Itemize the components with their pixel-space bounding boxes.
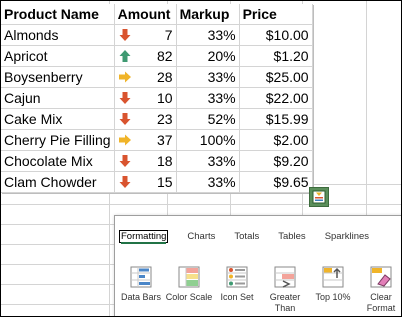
price-cell[interactable]: $1.20: [239, 45, 313, 67]
icon-set-icon: [226, 266, 248, 288]
arrow-up-icon: [119, 50, 131, 62]
header-product-name[interactable]: Product Name: [1, 4, 115, 25]
greater-than-label: Greater Than: [269, 292, 301, 313]
tab-sparklines[interactable]: Sparklines: [325, 230, 369, 243]
arrow-right-icon: [118, 134, 131, 146]
quick-analysis-icon[interactable]: [309, 187, 329, 207]
arrow-down-icon: [119, 113, 131, 125]
product-name-cell[interactable]: Cake Mix: [1, 108, 115, 130]
amount-value: 10: [157, 90, 173, 106]
table-row: Apricot 82 20% $1.20: [1, 45, 313, 67]
tab-totals[interactable]: Totals: [234, 230, 259, 243]
table-row: Boysenberry 28 33% $25.00: [1, 66, 313, 88]
price-cell[interactable]: $2.00: [239, 129, 313, 151]
amount-value: 82: [157, 48, 173, 64]
product-name-cell[interactable]: Clam Chowder: [1, 171, 115, 193]
amount-cell[interactable]: 82: [114, 45, 177, 67]
data-bars-button[interactable]: Data Bars: [117, 266, 165, 314]
data-bars-icon: [130, 266, 152, 288]
amount-value: 18: [157, 153, 173, 169]
amount-cell[interactable]: 10: [114, 87, 177, 109]
product-name-cell[interactable]: Boysenberry: [1, 66, 115, 88]
arrow-down-icon: [119, 176, 131, 188]
greater-than-icon: [274, 266, 296, 288]
header-markup[interactable]: Markup: [176, 4, 240, 25]
price-cell[interactable]: $10.00: [239, 24, 313, 46]
header-row: Product Name Amount Markup Price: [1, 4, 313, 25]
markup-cell[interactable]: 100%: [176, 129, 240, 151]
arrow-down-icon: [119, 92, 131, 104]
color-scale-label: Color Scale: [165, 292, 213, 302]
data-bars-label: Data Bars: [120, 292, 162, 302]
product-name-cell[interactable]: Cherry Pie Filling: [1, 129, 115, 151]
header-amount[interactable]: Amount: [114, 4, 177, 25]
price-cell[interactable]: $9.20: [239, 150, 313, 172]
amount-cell[interactable]: 18: [114, 150, 177, 172]
amount-value: 28: [157, 69, 173, 85]
price-cell[interactable]: $22.00: [239, 87, 313, 109]
markup-cell[interactable]: 20%: [176, 45, 240, 67]
amount-cell[interactable]: 7: [114, 24, 177, 46]
table-row: Chocolate Mix 18 33% $9.20: [1, 150, 313, 172]
top-10-button[interactable]: Top 10%: [309, 266, 357, 314]
header-price[interactable]: Price: [239, 4, 313, 25]
clear-format-label: Clear Format: [366, 292, 396, 313]
arrow-down-icon: [119, 155, 131, 167]
amount-cell[interactable]: 23: [114, 108, 177, 130]
markup-cell[interactable]: 33%: [176, 150, 240, 172]
table-row: Clam Chowder 15 33% $9.65: [1, 171, 313, 193]
quick-analysis-tabs: Formatting Charts Totals Tables Sparklin…: [119, 230, 388, 244]
color-scale-button[interactable]: Color Scale: [165, 266, 213, 314]
amount-cell[interactable]: 28: [114, 66, 177, 88]
top-10-icon: [322, 266, 344, 288]
markup-cell[interactable]: 33%: [176, 171, 240, 193]
top-10-label: Top 10%: [315, 292, 351, 302]
table-row: Almonds 7 33% $10.00: [1, 24, 313, 46]
excel-worksheet: Product Name Amount Markup Price Almonds…: [0, 0, 402, 317]
quick-analysis-panel: Formatting Charts Totals Tables Sparklin…: [114, 215, 401, 316]
color-scale-icon: [178, 266, 200, 288]
amount-value: 7: [164, 27, 173, 43]
markup-cell[interactable]: 33%: [176, 24, 240, 46]
amount-value: 15: [157, 174, 173, 190]
product-name-cell[interactable]: Chocolate Mix: [1, 150, 115, 172]
amount-value: 23: [157, 111, 173, 127]
amount-cell[interactable]: 37: [114, 129, 177, 151]
price-cell[interactable]: $25.00: [239, 66, 313, 88]
icon-set-label: Icon Set: [220, 292, 254, 302]
amount-cell[interactable]: 15: [114, 171, 177, 193]
arrow-down-icon: [119, 29, 131, 41]
clear-format-button[interactable]: Clear Format: [357, 266, 401, 314]
clear-format-icon: [370, 266, 392, 288]
price-cell[interactable]: $9.65: [239, 171, 313, 193]
formatting-tools: Data Bars Color Scale Icon Set Greater T…: [117, 266, 401, 314]
table-row: Cake Mix 23 52% $15.99: [1, 108, 313, 130]
icon-set-button[interactable]: Icon Set: [213, 266, 261, 314]
table-row: Cherry Pie Filling 37 100% $2.00: [1, 129, 313, 151]
tab-charts[interactable]: Charts: [187, 230, 215, 243]
product-name-cell[interactable]: Cajun: [1, 87, 115, 109]
product-name-cell[interactable]: Apricot: [1, 45, 115, 67]
greater-than-button[interactable]: Greater Than: [261, 266, 309, 314]
tab-formatting[interactable]: Formatting: [119, 230, 169, 244]
product-table: Product Name Amount Markup Price Almonds…: [1, 4, 313, 193]
arrow-right-icon: [118, 71, 131, 83]
amount-value: 37: [157, 132, 173, 148]
product-name-cell[interactable]: Almonds: [1, 24, 115, 46]
price-cell[interactable]: $15.99: [239, 108, 313, 130]
table-row: Cajun 10 33% $22.00: [1, 87, 313, 109]
markup-cell[interactable]: 33%: [176, 66, 240, 88]
tab-tables[interactable]: Tables: [278, 230, 305, 243]
markup-cell[interactable]: 33%: [176, 87, 240, 109]
markup-cell[interactable]: 52%: [176, 108, 240, 130]
